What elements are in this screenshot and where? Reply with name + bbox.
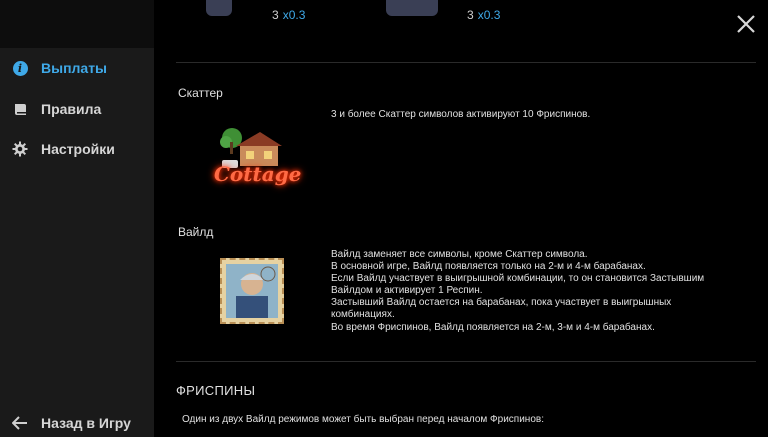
back-to-game-label: Назад в Игру bbox=[41, 415, 131, 431]
sidebar-item-label: Выплаты bbox=[41, 60, 108, 76]
divider bbox=[176, 361, 756, 362]
paytable-panel: 3 x0.3 3 x0.3 Скаттер Cottage 3 и более Ск… bbox=[154, 0, 768, 437]
gear-icon bbox=[12, 141, 28, 157]
sidebar-item-payouts[interactable]: i Выплаты bbox=[12, 60, 107, 76]
info-icon: i bbox=[12, 60, 28, 76]
pay-value: 3 x0.3 bbox=[272, 8, 306, 22]
wild-desc-line: Вайлдом и активирует 1 Респин. bbox=[331, 285, 483, 297]
top-pay-row: 3 x0.3 3 x0.3 bbox=[154, 0, 754, 30]
wild-desc-line: В основной игре, Вайлд появляется только… bbox=[331, 261, 646, 273]
wild-desc-line: Если Вайлд участвует в выигрышной комбин… bbox=[331, 273, 705, 285]
scatter-logo-text: Cottage bbox=[214, 162, 302, 186]
wild-description: Вайлд заменяет все символы, кроме Скатте… bbox=[331, 249, 704, 334]
wild-desc-line: Во время Фриспинов, Вайлд появляется на … bbox=[331, 321, 655, 333]
pay-value: 3 x0.3 bbox=[467, 8, 501, 22]
wild-title: Вайлд bbox=[178, 225, 214, 239]
scatter-title: Скаттер bbox=[178, 86, 223, 100]
close-icon bbox=[737, 15, 755, 33]
divider bbox=[176, 62, 756, 63]
sidebar: i Выплаты Правила Настройки Назад в Игру bbox=[0, 0, 154, 437]
partial-symbol bbox=[206, 0, 232, 16]
partial-symbol bbox=[386, 0, 438, 16]
wild-desc-line: Вайлд заменяет все символы, кроме Скатте… bbox=[331, 249, 588, 260]
sidebar-item-settings[interactable]: Настройки bbox=[12, 141, 115, 157]
sidebar-top-strip bbox=[0, 0, 154, 48]
sidebar-item-rules[interactable]: Правила bbox=[12, 101, 101, 117]
wild-symbol bbox=[220, 258, 284, 324]
back-to-game-button[interactable]: Назад в Игру bbox=[12, 415, 131, 431]
close-button[interactable] bbox=[734, 12, 758, 36]
sidebar-item-label: Настройки bbox=[41, 141, 115, 157]
wild-desc-line: комбинациях. bbox=[331, 309, 395, 321]
freespins-text: Один из двух Вайлд режимов может быть вы… bbox=[182, 414, 544, 425]
scatter-description: 3 и более Скаттер символов активируют 10… bbox=[331, 109, 591, 120]
freespins-title: ФРИСПИНЫ bbox=[176, 383, 256, 398]
arrow-left-icon bbox=[12, 415, 28, 431]
sidebar-item-label: Правила bbox=[41, 101, 102, 117]
wild-desc-line: Застывший Вайлд остается на барабанах, п… bbox=[331, 297, 672, 309]
scatter-symbol: Cottage bbox=[214, 124, 302, 196]
book-icon bbox=[12, 101, 28, 117]
